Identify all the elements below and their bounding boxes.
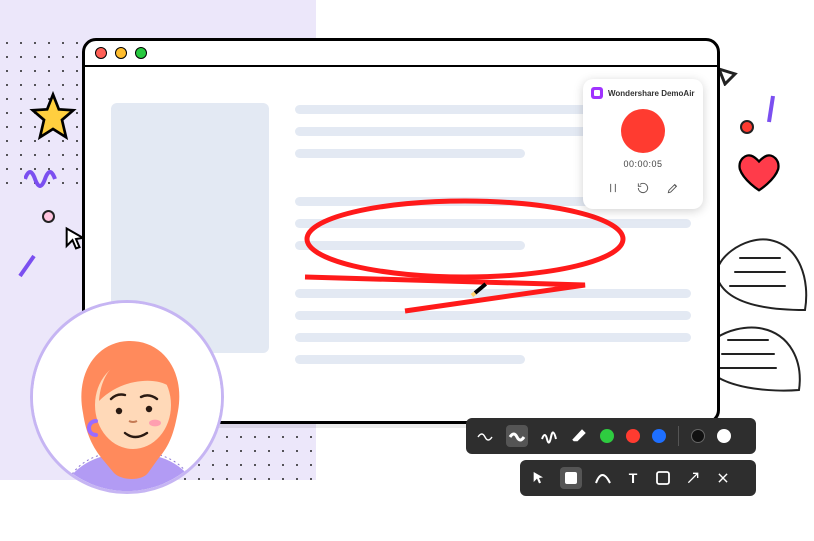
- shape-outline-tool-icon[interactable]: [654, 469, 672, 487]
- brush-bold-icon[interactable]: [506, 425, 528, 447]
- pause-icon[interactable]: [604, 179, 622, 197]
- recorder-widget[interactable]: Wondershare DemoAir 00:00:05: [583, 79, 703, 209]
- minimize-window-button[interactable]: [115, 47, 127, 59]
- draw-tool-icon[interactable]: [594, 469, 612, 487]
- star-icon: [26, 90, 80, 144]
- color-white[interactable]: [717, 429, 731, 443]
- color-blue[interactable]: [652, 429, 666, 443]
- text-tool-icon[interactable]: T: [624, 469, 642, 487]
- squiggle-icon: [24, 170, 64, 188]
- toolbar-separator: [678, 426, 679, 446]
- brush-toolbar[interactable]: [466, 418, 756, 454]
- webcam-avatar[interactable]: [30, 300, 224, 494]
- heart-icon: [734, 150, 784, 196]
- brush-thin-icon[interactable]: [476, 427, 494, 445]
- window-titlebar[interactable]: [85, 41, 717, 67]
- recorder-timer: 00:00:05: [591, 159, 695, 169]
- close-toolbar-icon[interactable]: [714, 469, 732, 487]
- leaf-icon: [710, 230, 810, 320]
- brand-name: Wondershare DemoAir: [608, 89, 695, 98]
- restart-icon[interactable]: [634, 179, 652, 197]
- arrow-tool-icon[interactable]: [684, 469, 702, 487]
- brand-icon: [591, 87, 603, 99]
- eraser-icon[interactable]: [570, 427, 588, 445]
- tools-toolbar[interactable]: T: [520, 460, 756, 496]
- brush-scribble-icon[interactable]: [540, 427, 558, 445]
- violet-line-icon: [766, 94, 776, 124]
- color-green[interactable]: [600, 429, 614, 443]
- shape-filled-tool-icon[interactable]: [560, 467, 582, 489]
- color-black[interactable]: [691, 429, 705, 443]
- pointer-tool-icon[interactable]: [530, 469, 548, 487]
- close-window-button[interactable]: [95, 47, 107, 59]
- slash-icon: [18, 254, 36, 278]
- red-dot-icon: [740, 120, 754, 134]
- pink-dot-icon: [42, 210, 55, 223]
- maximize-window-button[interactable]: [135, 47, 147, 59]
- brand-row: Wondershare DemoAir: [591, 87, 695, 99]
- color-red[interactable]: [626, 429, 640, 443]
- record-button[interactable]: [621, 109, 665, 153]
- edit-icon[interactable]: [664, 179, 682, 197]
